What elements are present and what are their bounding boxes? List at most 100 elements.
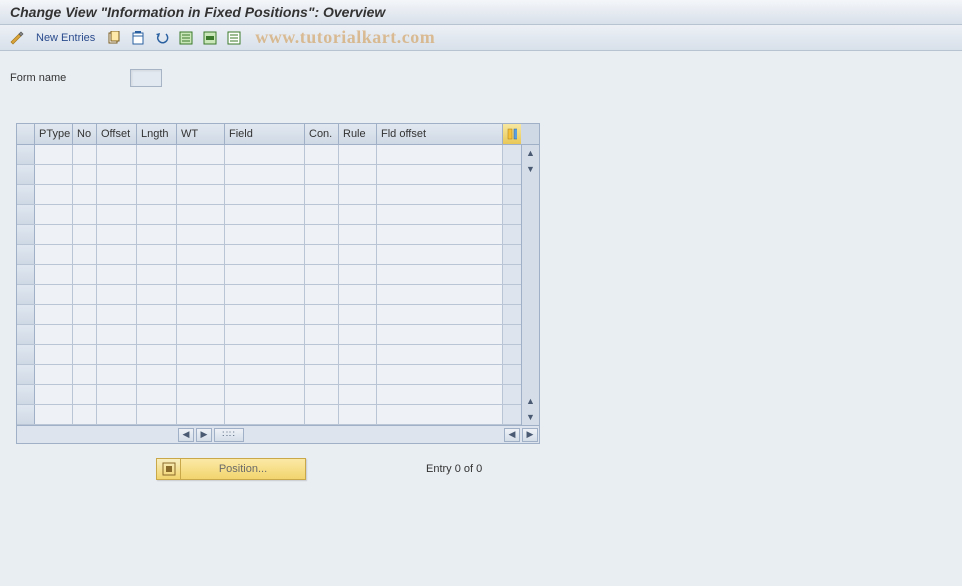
- cell[interactable]: [73, 365, 97, 384]
- cell[interactable]: [73, 385, 97, 404]
- cell[interactable]: [377, 245, 503, 264]
- cell[interactable]: [35, 145, 73, 164]
- cell[interactable]: [97, 205, 137, 224]
- cell[interactable]: [339, 245, 377, 264]
- cell[interactable]: [225, 165, 305, 184]
- cell[interactable]: [97, 165, 137, 184]
- cell[interactable]: [177, 365, 225, 384]
- cell[interactable]: [73, 165, 97, 184]
- cell[interactable]: [137, 145, 177, 164]
- cell[interactable]: [377, 205, 503, 224]
- row-selector[interactable]: [17, 225, 35, 244]
- cell[interactable]: [377, 225, 503, 244]
- cell[interactable]: [225, 405, 305, 424]
- cell[interactable]: [35, 265, 73, 284]
- select-all-column[interactable]: [17, 124, 35, 144]
- scroll-down-icon[interactable]: ▼: [522, 161, 539, 177]
- cell[interactable]: [339, 205, 377, 224]
- cell[interactable]: [377, 145, 503, 164]
- cell[interactable]: [35, 345, 73, 364]
- cell[interactable]: [97, 305, 137, 324]
- cell[interactable]: [177, 345, 225, 364]
- cell[interactable]: [225, 245, 305, 264]
- cell[interactable]: [73, 305, 97, 324]
- cell[interactable]: [225, 325, 305, 344]
- row-selector[interactable]: [17, 245, 35, 264]
- cell[interactable]: [73, 245, 97, 264]
- cell[interactable]: [339, 285, 377, 304]
- copy-as-icon[interactable]: [105, 29, 123, 47]
- cell[interactable]: [225, 285, 305, 304]
- cell[interactable]: [177, 145, 225, 164]
- cell[interactable]: [177, 205, 225, 224]
- cell[interactable]: [377, 405, 503, 424]
- row-selector[interactable]: [17, 325, 35, 344]
- col-con[interactable]: Con.: [305, 124, 339, 144]
- cell[interactable]: [73, 205, 97, 224]
- cell[interactable]: [177, 305, 225, 324]
- cell[interactable]: [97, 285, 137, 304]
- table-settings-icon[interactable]: [503, 124, 521, 144]
- cell[interactable]: [305, 205, 339, 224]
- cell[interactable]: [305, 285, 339, 304]
- scroll-left-icon[interactable]: ◀: [178, 428, 194, 442]
- cell[interactable]: [35, 285, 73, 304]
- cell[interactable]: [177, 185, 225, 204]
- cell[interactable]: [73, 145, 97, 164]
- cell[interactable]: [35, 325, 73, 344]
- cell[interactable]: [137, 245, 177, 264]
- cell[interactable]: [73, 405, 97, 424]
- cell[interactable]: [339, 365, 377, 384]
- cell[interactable]: [305, 265, 339, 284]
- cell[interactable]: [339, 385, 377, 404]
- table-row[interactable]: [17, 305, 521, 325]
- col-no[interactable]: No: [73, 124, 97, 144]
- table-row[interactable]: [17, 165, 521, 185]
- cell[interactable]: [225, 185, 305, 204]
- cell[interactable]: [137, 205, 177, 224]
- cell[interactable]: [35, 405, 73, 424]
- cell[interactable]: [225, 205, 305, 224]
- cell[interactable]: [377, 345, 503, 364]
- cell[interactable]: [35, 365, 73, 384]
- table-row[interactable]: [17, 385, 521, 405]
- row-selector[interactable]: [17, 185, 35, 204]
- cell[interactable]: [97, 385, 137, 404]
- cell[interactable]: [377, 165, 503, 184]
- cell[interactable]: [177, 165, 225, 184]
- cell[interactable]: [73, 325, 97, 344]
- row-selector[interactable]: [17, 365, 35, 384]
- cell[interactable]: [305, 185, 339, 204]
- cell[interactable]: [339, 145, 377, 164]
- cell[interactable]: [97, 245, 137, 264]
- table-row[interactable]: [17, 185, 521, 205]
- cell[interactable]: [177, 405, 225, 424]
- cell[interactable]: [339, 265, 377, 284]
- cell[interactable]: [73, 345, 97, 364]
- new-entries-button[interactable]: New Entries: [32, 32, 99, 44]
- cell[interactable]: [377, 285, 503, 304]
- cell[interactable]: [177, 225, 225, 244]
- row-selector[interactable]: [17, 385, 35, 404]
- cell[interactable]: [97, 405, 137, 424]
- cell[interactable]: [225, 365, 305, 384]
- table-row[interactable]: [17, 285, 521, 305]
- row-selector[interactable]: [17, 405, 35, 424]
- cell[interactable]: [305, 345, 339, 364]
- cell[interactable]: [97, 225, 137, 244]
- cell[interactable]: [97, 145, 137, 164]
- cell[interactable]: [339, 345, 377, 364]
- cell[interactable]: [377, 385, 503, 404]
- cell[interactable]: [35, 205, 73, 224]
- cell[interactable]: [97, 265, 137, 284]
- cell[interactable]: [305, 145, 339, 164]
- cell[interactable]: [305, 245, 339, 264]
- cell[interactable]: [97, 325, 137, 344]
- scroll-up-icon[interactable]: ▲: [522, 145, 539, 161]
- table-row[interactable]: [17, 265, 521, 285]
- row-selector[interactable]: [17, 285, 35, 304]
- scroll-down-icon[interactable]: ▼: [522, 409, 539, 425]
- toggle-display-change-icon[interactable]: [8, 29, 26, 47]
- cell[interactable]: [339, 325, 377, 344]
- col-offset[interactable]: Offset: [97, 124, 137, 144]
